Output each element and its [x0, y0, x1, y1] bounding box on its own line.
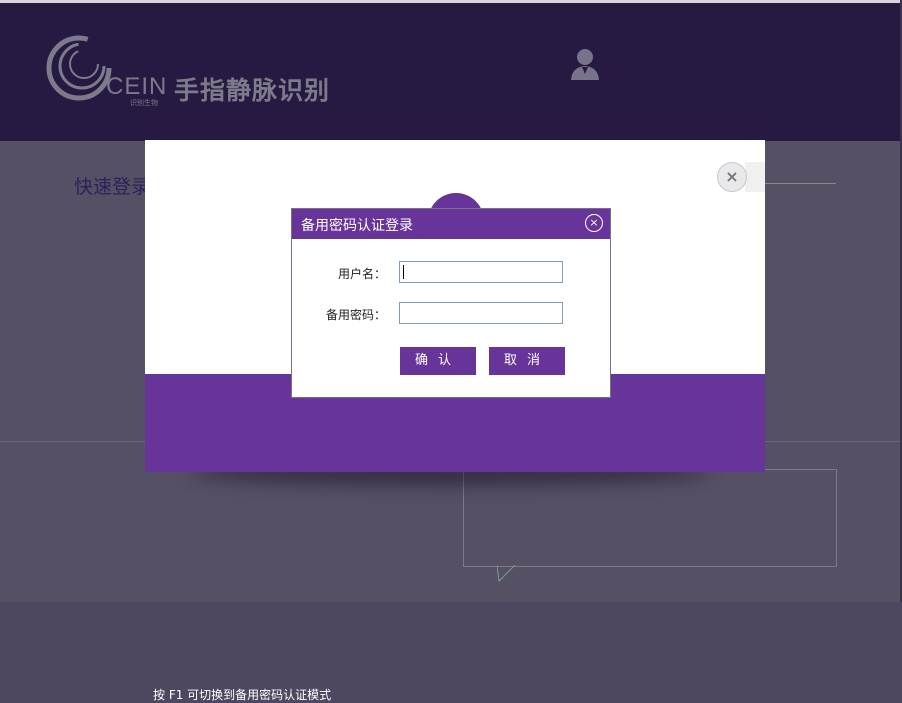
- password-label: 备用密码：: [325, 308, 386, 322]
- divider: [764, 183, 836, 184]
- confirm-button[interactable]: 确认: [400, 347, 476, 375]
- close-tab: [745, 162, 765, 192]
- username-input[interactable]: [399, 261, 563, 283]
- username-label: 用户名：: [337, 267, 386, 281]
- password-input[interactable]: [399, 302, 563, 324]
- brand-subtitle: 识别生物: [130, 99, 158, 107]
- backup-password-dialog: 备用密码认证登录 × 用户名： 备用密码： 确认 取消: [291, 208, 611, 398]
- mode-hint: 按 F1 可切换到备用密码认证模式: [153, 688, 332, 702]
- quick-login-title: 快速登录: [74, 176, 151, 198]
- close-button[interactable]: ×: [717, 162, 747, 192]
- dialog-title: 备用密码认证登录: [301, 218, 413, 234]
- brand-name: CEIN: [106, 73, 168, 100]
- app-title: 手指静脉识别: [174, 76, 331, 105]
- dialog-header: 备用密码认证登录 ×: [292, 209, 610, 239]
- text-caret: [403, 265, 404, 279]
- bubble-tail: [497, 565, 516, 583]
- app-header: CEIN 识别生物 手指静脉识别: [0, 3, 902, 141]
- cancel-button[interactable]: 取消: [489, 347, 565, 375]
- logo-icon: [46, 35, 112, 101]
- dialog-close-icon[interactable]: ×: [585, 214, 603, 232]
- user-icon[interactable]: [570, 47, 600, 81]
